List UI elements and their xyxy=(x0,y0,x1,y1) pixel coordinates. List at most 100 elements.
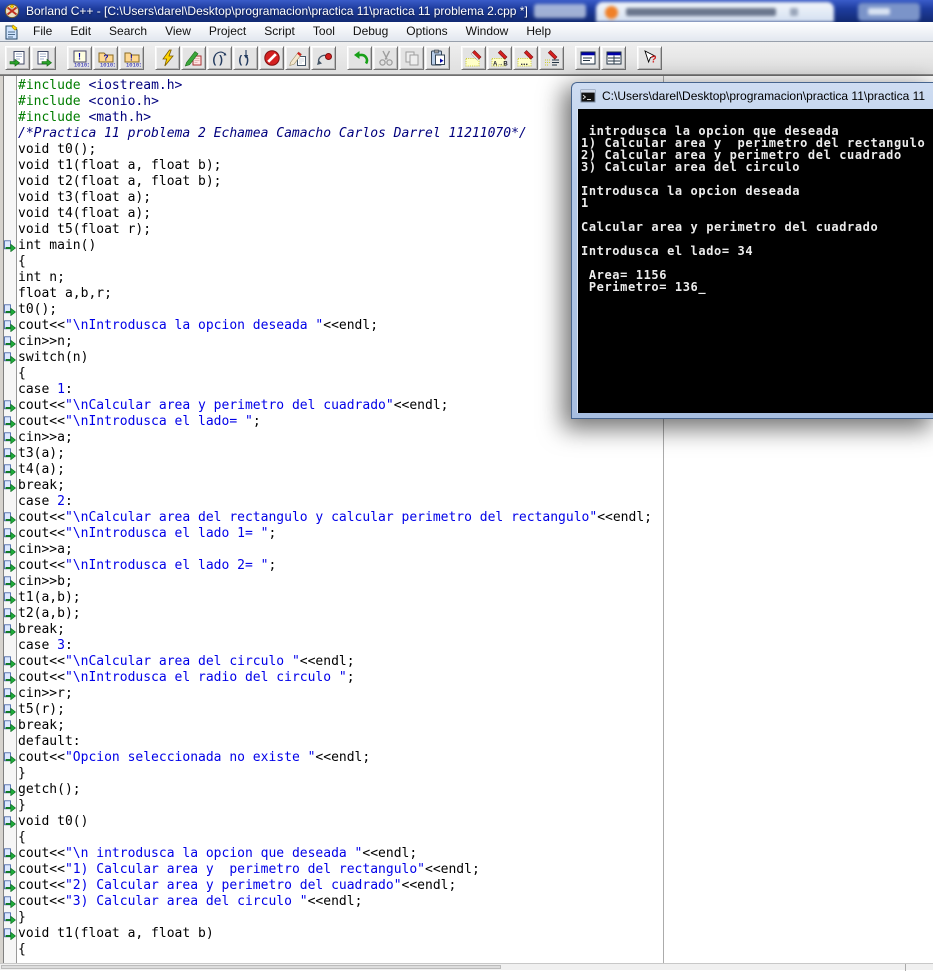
code-line[interactable]: #include <math.h> xyxy=(18,110,652,126)
code-line[interactable]: { xyxy=(18,830,652,846)
code-line[interactable]: void t0(); xyxy=(18,142,652,158)
horizontal-scrollbar[interactable] xyxy=(0,963,933,971)
code-line[interactable]: case 2: xyxy=(18,494,652,510)
code-line[interactable]: float a,b,r; xyxy=(18,286,652,302)
code-line[interactable]: cout<<"Opcion seleccionada no existe "<<… xyxy=(18,750,652,766)
code-line[interactable]: void t1(float a, float b) xyxy=(18,926,652,942)
console-output[interactable]: introdusca la opcion que deseada 1) Calcu… xyxy=(577,109,933,413)
code-line[interactable]: #include <conio.h> xyxy=(18,94,652,110)
background-tab-close-icon[interactable] xyxy=(790,8,798,16)
menu-item-view[interactable]: View xyxy=(156,22,200,41)
message-window-button[interactable] xyxy=(575,46,600,70)
step-over-button[interactable]: ( ) xyxy=(207,46,232,70)
code-line[interactable]: cout<<"\nCalcular area del rectangulo y … xyxy=(18,510,652,526)
project-window-button[interactable] xyxy=(601,46,626,70)
code-line[interactable]: break; xyxy=(18,718,652,734)
code-line[interactable]: getch(); xyxy=(18,782,652,798)
code-line[interactable]: cout<<"2) Calcular area y perimetro del … xyxy=(18,878,652,894)
menu-item-window[interactable]: Window xyxy=(457,22,518,41)
code-line[interactable]: cout<<"\nIntrodusca el lado 2= "; xyxy=(18,558,652,574)
code-line[interactable]: break; xyxy=(18,478,652,494)
build-project-button[interactable]: ! 10101 xyxy=(119,46,144,70)
code-line[interactable]: cout<<"3) Calcular area del circulo "<<e… xyxy=(18,894,652,910)
code-line[interactable]: t5(r); xyxy=(18,702,652,718)
app-titlebar[interactable]: Borland C++ - [C:\Users\darel\Desktop\pr… xyxy=(0,0,933,22)
browse-symbol-button[interactable] xyxy=(539,46,564,70)
paste-button[interactable] xyxy=(425,46,450,70)
save-file-button[interactable] xyxy=(31,46,56,70)
code-line[interactable]: cout<<"\nIntrodusca la opcion deseada "<… xyxy=(18,318,652,334)
code-line[interactable]: switch(n) xyxy=(18,350,652,366)
menu-item-file[interactable]: File xyxy=(24,22,61,41)
replace-button[interactable]: A→B xyxy=(487,46,512,70)
code-line[interactable]: { xyxy=(18,942,652,958)
menu-item-search[interactable]: Search xyxy=(100,22,156,41)
make-project-button[interactable]: ? 10101 xyxy=(93,46,118,70)
menu-item-help[interactable]: Help xyxy=(517,22,560,41)
debug-run-button[interactable] xyxy=(181,46,206,70)
code-line[interactable]: cout<<"\nIntrodusca el radio del circulo… xyxy=(18,670,652,686)
code-line[interactable]: cout<<"\n introdusca la opcion que desea… xyxy=(18,846,652,862)
code-line[interactable]: t3(a); xyxy=(18,446,652,462)
code-line[interactable]: void t4(float a); xyxy=(18,206,652,222)
code-token: : xyxy=(64,638,73,653)
context-help-button[interactable]: ? xyxy=(637,46,662,70)
editor-gutter[interactable] xyxy=(4,76,17,963)
code-line[interactable]: cout<<"1) Calcular area y perimetro del … xyxy=(18,862,652,878)
search-again-button[interactable]: ... xyxy=(513,46,538,70)
code-line[interactable]: #include <iostream.h> xyxy=(18,78,652,94)
code-area[interactable]: #include <iostream.h> #include <conio.h> #… xyxy=(18,78,652,958)
code-token: default: xyxy=(18,734,81,749)
code-line[interactable]: case 1: xyxy=(18,382,652,398)
background-browser-tab[interactable] xyxy=(596,2,834,22)
code-line[interactable]: cin>>a; xyxy=(18,542,652,558)
code-line[interactable]: void t1(float a, float b); xyxy=(18,158,652,174)
code-line[interactable]: t4(a); xyxy=(18,462,652,478)
code-line[interactable]: int main() xyxy=(18,238,652,254)
search-button[interactable] xyxy=(461,46,486,70)
code-line[interactable]: cin>>r; xyxy=(18,686,652,702)
background-browser-tabs xyxy=(528,0,933,22)
code-line[interactable]: t2(a,b); xyxy=(18,606,652,622)
code-line[interactable]: } xyxy=(18,798,652,814)
code-line[interactable]: cin>>n; xyxy=(18,334,652,350)
code-line[interactable]: } xyxy=(18,910,652,926)
code-line[interactable]: t1(a,b); xyxy=(18,590,652,606)
console-titlebar[interactable]: C:\Users\darel\Desktop\programacion\prac… xyxy=(572,83,933,109)
code-line[interactable]: /*Practica 11 problema 2 Echamea Camacho… xyxy=(18,126,652,142)
menu-item-project[interactable]: Project xyxy=(200,22,255,41)
code-token: void t0() xyxy=(18,814,89,829)
find-execution-point-button[interactable] xyxy=(311,46,336,70)
code-line[interactable]: } xyxy=(18,766,652,782)
menu-item-script[interactable]: Script xyxy=(255,22,304,41)
code-line[interactable]: void t2(float a, float b); xyxy=(18,174,652,190)
menu-item-debug[interactable]: Debug xyxy=(344,22,397,41)
code-line[interactable]: void t3(float a); xyxy=(18,190,652,206)
code-line[interactable]: void t5(float r); xyxy=(18,222,652,238)
run-button[interactable] xyxy=(155,46,180,70)
code-line[interactable]: case 3: xyxy=(18,638,652,654)
code-line[interactable]: cout<<"\nIntrodusca el lado 1= "; xyxy=(18,526,652,542)
code-line[interactable]: break; xyxy=(18,622,652,638)
toggle-breakpoint-button[interactable] xyxy=(285,46,310,70)
menu-item-edit[interactable]: Edit xyxy=(61,22,100,41)
trace-into-button[interactable]: ( ) xyxy=(233,46,258,70)
undo-button[interactable] xyxy=(347,46,372,70)
open-file-button[interactable] xyxy=(5,46,30,70)
code-line[interactable]: cout<<"\nCalcular area y perimetro del c… xyxy=(18,398,652,414)
code-line[interactable]: int n; xyxy=(18,270,652,286)
compile-unit-button[interactable]: ! 10101 xyxy=(67,46,92,70)
code-line[interactable]: void t0() xyxy=(18,814,652,830)
menu-item-options[interactable]: Options xyxy=(397,22,456,41)
code-line[interactable]: t0(); xyxy=(18,302,652,318)
code-line[interactable]: cout<<"\nCalcular area del circulo "<<en… xyxy=(18,654,652,670)
code-line[interactable]: { xyxy=(18,254,652,270)
code-line[interactable]: cout<<"\nIntrodusca el lado= "; xyxy=(18,414,652,430)
code-line[interactable]: cin>>a; xyxy=(18,430,652,446)
code-line[interactable]: cin>>b; xyxy=(18,574,652,590)
program-reset-button[interactable] xyxy=(259,46,284,70)
menu-item-tool[interactable]: Tool xyxy=(304,22,344,41)
code-line[interactable]: { xyxy=(18,366,652,382)
code-line[interactable]: default: xyxy=(18,734,652,750)
scrollbar-thumb[interactable] xyxy=(1,965,501,969)
